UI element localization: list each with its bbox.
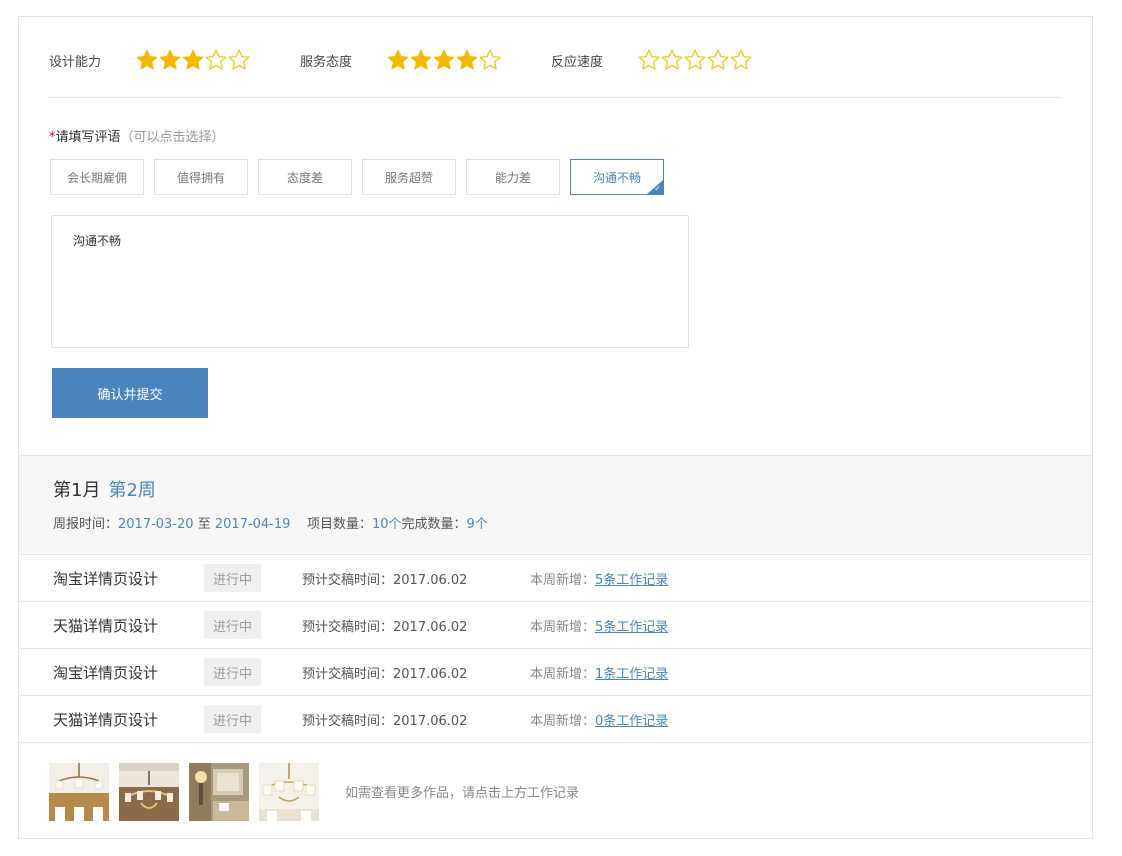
rating-label: 反应速度 bbox=[551, 54, 604, 70]
work-records-link[interactable]: 0条工作记录 bbox=[595, 714, 668, 729]
chandelier-thumb-4[interactable] bbox=[259, 763, 319, 821]
comment-title: *请填写评语（可以点击选择） bbox=[49, 126, 225, 145]
star-empty-icon[interactable] bbox=[204, 48, 228, 72]
done-count-label: 完成数量： bbox=[401, 517, 467, 532]
week-meta: 周报时间：2017-03-20 至 2017-04-19 项目数量：10个完成数… bbox=[53, 513, 488, 532]
submit-button[interactable]: 确认并提交 bbox=[52, 368, 208, 418]
project-row: 淘宝详情页设计 进行中 预计交稿时间：2017.06.02 本周新增：5条工作记… bbox=[19, 555, 1092, 602]
project-name: 天猫详情页设计 bbox=[53, 711, 159, 729]
report-time-label: 周报时间： bbox=[53, 517, 119, 532]
report-start-date: 2017-03-20 bbox=[118, 517, 194, 532]
weekly-records: 本周新增：0条工作记录 bbox=[530, 710, 668, 729]
star-empty-icon[interactable] bbox=[683, 48, 707, 72]
star-empty-icon[interactable] bbox=[660, 48, 684, 72]
work-records-link[interactable]: 5条工作记录 bbox=[595, 573, 668, 588]
star-filled-icon[interactable] bbox=[158, 48, 182, 72]
weekly-label: 本周新增： bbox=[530, 667, 596, 682]
due-date: 预计交稿时间：2017.06.02 bbox=[302, 573, 468, 588]
status-badge: 进行中 bbox=[204, 611, 261, 639]
star-filled-icon[interactable] bbox=[455, 48, 479, 72]
star-empty-icon[interactable] bbox=[227, 48, 251, 72]
weekly-records: 本周新增：1条工作记录 bbox=[530, 663, 668, 682]
due-date: 预计交稿时间：2017.06.02 bbox=[302, 620, 468, 635]
work-gallery bbox=[49, 763, 329, 821]
comment-textarea[interactable] bbox=[51, 215, 689, 348]
due-date: 预计交稿时间：2017.06.02 bbox=[302, 714, 468, 729]
weekly-label: 本周新增： bbox=[530, 714, 596, 729]
quick-tags: 会长期雇佣 值得拥有 态度差 服务超赞 能力差 沟通不畅 ✓ bbox=[50, 159, 674, 195]
star-filled-icon[interactable] bbox=[432, 48, 456, 72]
work-records-link[interactable]: 1条工作记录 bbox=[595, 667, 668, 682]
project-count: 10个 bbox=[371, 517, 402, 532]
star-filled-icon[interactable] bbox=[386, 48, 410, 72]
star-filled-icon[interactable] bbox=[135, 48, 159, 72]
checkmark-icon: ✓ bbox=[654, 184, 661, 193]
tag-label: 沟通不畅 bbox=[592, 170, 641, 185]
star-empty-icon[interactable] bbox=[706, 48, 730, 72]
project-name: 天猫详情页设计 bbox=[53, 617, 159, 635]
star-filled-icon[interactable] bbox=[181, 48, 205, 72]
weekly-records: 本周新增：5条工作记录 bbox=[530, 569, 668, 588]
status-badge: 进行中 bbox=[204, 705, 261, 733]
status-badge: 进行中 bbox=[204, 564, 261, 592]
rating-design: 设计能力 bbox=[49, 48, 250, 72]
star-filled-icon[interactable] bbox=[409, 48, 433, 72]
tag-label: 值得拥有 bbox=[176, 170, 225, 185]
comment-title-text: 请填写评语 bbox=[55, 130, 121, 145]
tag-label: 态度差 bbox=[286, 170, 323, 185]
project-count-label: 项目数量： bbox=[306, 517, 372, 532]
ratings-row: 设计能力 服务态度 反应速度 bbox=[49, 45, 1061, 75]
rating-label: 设计能力 bbox=[49, 54, 102, 70]
star-empty-icon[interactable] bbox=[729, 48, 753, 72]
tag-button-selected[interactable]: 沟通不畅 ✓ bbox=[570, 159, 664, 195]
project-name: 淘宝详情页设计 bbox=[53, 570, 159, 588]
comment-hint: （可以点击选择） bbox=[120, 130, 225, 145]
divider bbox=[49, 97, 1061, 98]
chandelier-thumb-1[interactable] bbox=[49, 763, 109, 821]
date-separator: 至 bbox=[197, 517, 211, 532]
status-badge: 进行中 bbox=[204, 658, 261, 686]
tag-button[interactable]: 服务超赞 bbox=[362, 159, 456, 195]
due-date: 预计交稿时间：2017.06.02 bbox=[302, 667, 468, 682]
project-list: 淘宝详情页设计 进行中 预计交稿时间：2017.06.02 本周新增：5条工作记… bbox=[19, 555, 1092, 743]
week-header: 第1月 第2周 周报时间：2017-03-20 至 2017-04-19 项目数量… bbox=[19, 455, 1092, 555]
month-label: 第1月 bbox=[53, 480, 101, 501]
rating-speed: 反应速度 bbox=[551, 48, 752, 72]
tag-button[interactable]: 会长期雇佣 bbox=[50, 159, 144, 195]
report-end-date: 2017-04-19 bbox=[214, 517, 291, 532]
star-empty-icon[interactable] bbox=[637, 48, 661, 72]
star-rating[interactable] bbox=[386, 48, 501, 72]
weekly-records: 本周新增：5条工作记录 bbox=[530, 616, 668, 635]
weekly-label: 本周新增： bbox=[530, 620, 596, 635]
project-row: 天猫详情页设计 进行中 预计交稿时间：2017.06.02 本周新增：5条工作记… bbox=[19, 602, 1092, 649]
tag-label: 服务超赞 bbox=[384, 170, 433, 185]
tag-label: 能力差 bbox=[494, 170, 531, 185]
tag-button[interactable]: 值得拥有 bbox=[154, 159, 248, 195]
star-rating[interactable] bbox=[637, 48, 752, 72]
project-row: 淘宝详情页设计 进行中 预计交稿时间：2017.06.02 本周新增：1条工作记… bbox=[19, 649, 1092, 696]
weekly-label: 本周新增： bbox=[530, 573, 596, 588]
project-name: 淘宝详情页设计 bbox=[53, 664, 159, 682]
rating-label: 服务态度 bbox=[300, 54, 353, 70]
tag-button[interactable]: 能力差 bbox=[466, 159, 560, 195]
tag-label: 会长期雇佣 bbox=[66, 170, 127, 185]
gallery-note: 如需查看更多作品，请点击上方工作记录 bbox=[345, 786, 580, 801]
interior-thumb-3[interactable] bbox=[189, 763, 249, 821]
work-records-link[interactable]: 5条工作记录 bbox=[595, 620, 668, 635]
chandelier-thumb-2[interactable] bbox=[119, 763, 179, 821]
week-title: 第1月 第2周 bbox=[53, 476, 156, 502]
project-row: 天猫详情页设计 进行中 预计交稿时间：2017.06.02 本周新增：0条工作记… bbox=[19, 696, 1092, 743]
star-empty-icon[interactable] bbox=[478, 48, 502, 72]
tag-button[interactable]: 态度差 bbox=[258, 159, 352, 195]
review-card: 设计能力 服务态度 反应速度 *请填写评语（可以点击选择） 会长期雇佣 值得拥有… bbox=[18, 16, 1093, 839]
week-label: 第2周 bbox=[108, 480, 156, 501]
done-count: 9个 bbox=[466, 517, 488, 532]
star-rating[interactable] bbox=[135, 48, 250, 72]
rating-service: 服务态度 bbox=[300, 48, 501, 72]
